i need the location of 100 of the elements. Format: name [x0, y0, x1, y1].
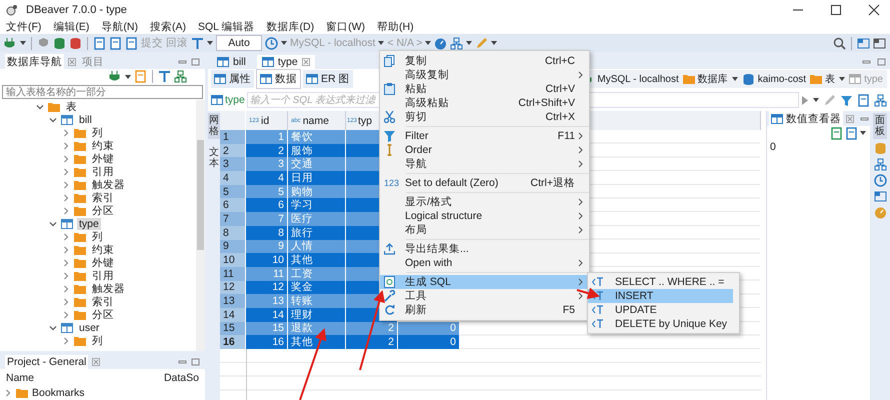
- breadcrumb-item[interactable]: 数据库: [682, 72, 728, 86]
- row-number[interactable]: 9: [220, 240, 246, 254]
- table-cell[interactable]: 10: [246, 253, 288, 267]
- row-number[interactable]: 15: [220, 322, 246, 336]
- menu-item[interactable]: 高级复制: [380, 68, 589, 82]
- table-cell[interactable]: 其他: [288, 253, 346, 267]
- tree-item[interactable]: 索引: [90, 190, 116, 204]
- tree-item[interactable]: 列: [90, 126, 105, 140]
- tree-item[interactable]: bill: [77, 114, 94, 126]
- row-number[interactable]: 8: [220, 226, 246, 240]
- table-cell[interactable]: 6: [246, 198, 288, 212]
- search-field[interactable]: 输入表格名称的一部分: [2, 85, 203, 99]
- menu-item[interactable]: 搜索(A): [150, 20, 186, 34]
- view-tab[interactable]: 数据: [256, 69, 301, 89]
- transaction-mode-field[interactable]: Auto: [216, 35, 262, 51]
- panel-tab[interactable]: 面板: [873, 113, 887, 139]
- tree-item[interactable]: 索引: [90, 294, 116, 308]
- table-cell[interactable]: 2: [246, 144, 288, 158]
- table-cell[interactable]: 8: [246, 226, 288, 240]
- menu-item[interactable]: SELECT .. WHERE .. =: [588, 275, 734, 289]
- editor-tab[interactable]: bill: [212, 54, 251, 68]
- table-cell[interactable]: 2: [346, 335, 398, 349]
- menu-item[interactable]: 帮助(H): [377, 20, 414, 34]
- menu-item[interactable]: 复制 Ctrl+C: [380, 54, 589, 68]
- table-cell[interactable]: 16: [246, 335, 288, 349]
- row-number[interactable]: 4: [220, 171, 246, 185]
- row-number[interactable]: 14: [220, 308, 246, 322]
- number-label: 123: [384, 178, 400, 188]
- menu-item[interactable]: 工具: [380, 289, 589, 303]
- row-number[interactable]: 5: [220, 184, 246, 198]
- table-cell[interactable]: 0: [398, 335, 460, 349]
- tree-item[interactable]: 引用: [90, 268, 116, 282]
- breadcrumb-item[interactable]: 表: [810, 72, 836, 86]
- tree-item[interactable]: type: [77, 218, 101, 230]
- row-number[interactable]: 3: [220, 157, 246, 172]
- table-cell[interactable]: 奖金: [288, 280, 346, 294]
- row-number[interactable]: 16: [220, 335, 246, 349]
- menu-item[interactable]: 编辑(E): [53, 20, 90, 34]
- row-number[interactable]: 2: [220, 144, 246, 158]
- table-cell[interactable]: 14: [246, 308, 288, 322]
- menu-item[interactable]: 导航: [380, 157, 589, 171]
- tree-item[interactable]: 引用: [90, 164, 116, 178]
- row-number[interactable]: 7: [220, 212, 246, 226]
- tree-item[interactable]: 触发器: [90, 178, 127, 192]
- tree-item[interactable]: 分区: [90, 308, 116, 322]
- tree-item[interactable]: 约束: [90, 242, 116, 256]
- menu-item[interactable]: Order: [380, 143, 589, 157]
- menu-item[interactable]: 刷新 F5: [380, 303, 589, 317]
- table-cell[interactable]: 12: [246, 280, 288, 294]
- breadcrumb-item[interactable]: kaimo-cost: [742, 72, 806, 86]
- menu-item[interactable]: 粘贴 Ctrl+V: [380, 82, 589, 96]
- table-cell[interactable]: 日用: [288, 171, 346, 185]
- tree-item[interactable]: 分区: [90, 204, 116, 218]
- menu-item[interactable]: 导出结果集...: [380, 242, 589, 256]
- menu-item[interactable]: INSERT: [588, 289, 734, 303]
- menu-item[interactable]: UPDATE: [588, 303, 734, 317]
- menu-item[interactable]: 布局: [380, 223, 589, 237]
- row-number[interactable]: 11: [220, 266, 246, 281]
- menu-item[interactable]: 文件(F): [6, 20, 42, 34]
- tree-item[interactable]: 约束: [90, 138, 116, 152]
- menu-item[interactable]: Filter F11: [380, 129, 589, 143]
- menu-item[interactable]: 数据库(D): [266, 20, 314, 34]
- tree-item[interactable]: 外键: [90, 152, 116, 166]
- row-number[interactable]: 6: [220, 198, 246, 212]
- table-cell[interactable]: 学习: [288, 198, 346, 212]
- tree-item[interactable]: 列: [90, 230, 105, 244]
- tree-item[interactable]: 列: [90, 334, 105, 348]
- menu-item[interactable]: 导航(N): [101, 20, 138, 34]
- row-number[interactable]: 10: [220, 253, 246, 267]
- menu-item[interactable]: DELETE by Unique Key: [588, 317, 734, 331]
- menu-item[interactable]: Logical structure: [380, 209, 589, 223]
- column-header[interactable]: DataSo: [162, 371, 201, 385]
- menu-item[interactable]: 123 Set to default (Zero) Ctrl+退格: [380, 176, 589, 190]
- menu-item[interactable]: 高级粘贴 Ctrl+Shift+V: [380, 96, 589, 110]
- menu-item[interactable]: SQL 编辑器: [198, 20, 255, 34]
- row-number[interactable]: 1: [220, 130, 246, 144]
- panel-tab[interactable]: 数据库导航: [5, 54, 64, 70]
- menu-item[interactable]: 生成 SQL: [380, 275, 589, 289]
- row-number[interactable]: 13: [220, 294, 246, 308]
- table-cell[interactable]: 4: [246, 171, 288, 185]
- editor-tab[interactable]: type: [256, 54, 315, 68]
- panel-tab[interactable]: 数值查看器: [769, 110, 843, 126]
- tree-item[interactable]: user: [77, 322, 102, 334]
- menu-item[interactable]: 显示/格式: [380, 195, 589, 209]
- menu-item[interactable]: 窗口(W): [326, 20, 366, 34]
- tree-item[interactable]: Bookmarks: [32, 387, 85, 399]
- tree-item[interactable]: 触发器: [90, 282, 127, 296]
- table-cell[interactable]: 其他: [288, 335, 346, 349]
- table-cell[interactable]: 旅行: [288, 226, 346, 240]
- row-number[interactable]: 12: [220, 280, 246, 294]
- view-tab[interactable]: 文本: [208, 145, 220, 171]
- tree-item[interactable]: 外键: [90, 256, 116, 270]
- view-tab[interactable]: 属性: [211, 70, 254, 88]
- column-header[interactable]: Name: [4, 371, 36, 385]
- menu-item[interactable]: Open with: [380, 256, 589, 270]
- view-tab[interactable]: 网格: [208, 113, 220, 139]
- view-tab[interactable]: ER 图: [303, 70, 353, 88]
- table-cell[interactable]: 服饰: [288, 144, 346, 158]
- tree-item[interactable]: 表: [64, 100, 79, 114]
- table-cell[interactable]: 理财: [288, 308, 346, 322]
